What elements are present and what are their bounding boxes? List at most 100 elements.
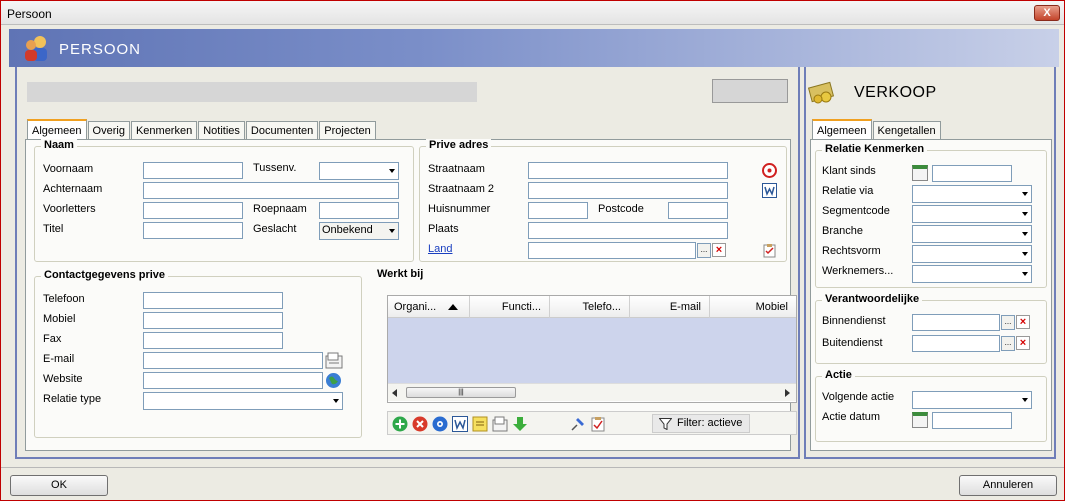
voornaam-field[interactable] xyxy=(143,162,243,179)
achternaam-field[interactable] xyxy=(143,182,399,199)
email-label: E-mail xyxy=(43,353,75,365)
tab-kenmerken[interactable]: Kenmerken xyxy=(130,121,198,140)
annuleren-button[interactable]: Annuleren xyxy=(959,475,1057,496)
land-browse-button[interactable]: ... xyxy=(697,243,711,258)
sort-up-icon xyxy=(448,304,458,310)
persoon-window: Persoon X PERSOON Algemeen Overig Kenmer… xyxy=(0,0,1065,501)
mobiel-field[interactable] xyxy=(143,312,283,329)
postcode-field[interactable] xyxy=(668,202,728,219)
relatie-via-select[interactable] xyxy=(912,185,1032,203)
rechtsvorm-select[interactable] xyxy=(912,245,1032,263)
tab-overig[interactable]: Overig xyxy=(87,121,130,140)
contactgegevens-group: Contactgegevens prive Telefoon Mobiel Fa… xyxy=(34,269,362,438)
website-label: Website xyxy=(43,373,83,385)
contact-card-icon[interactable] xyxy=(492,416,508,432)
scroll-left-icon[interactable] xyxy=(392,389,397,397)
verantwoordelijke-group: Verantwoordelijke Binnendienst ... × Bui… xyxy=(815,293,1047,364)
grid-col-functie[interactable]: Functi... xyxy=(470,296,550,318)
globe-icon[interactable] xyxy=(325,372,342,389)
clipboard-icon[interactable] xyxy=(762,243,777,258)
tab-verkoop-algemeen[interactable]: Algemeen xyxy=(812,119,872,140)
werkt-bij-legend: Werkt bij xyxy=(374,268,427,280)
buitendienst-browse-button[interactable]: ... xyxy=(1001,336,1015,351)
chevron-down-icon xyxy=(1022,232,1028,236)
tab-kengetallen[interactable]: Kengetallen xyxy=(872,121,941,140)
footer-divider xyxy=(1,467,1064,468)
header-action-button[interactable] xyxy=(712,79,788,103)
tab-projecten[interactable]: Projecten xyxy=(319,121,376,140)
voorletters-label: Voorletters xyxy=(43,203,96,215)
add-icon[interactable] xyxy=(392,416,408,432)
binnendienst-label: Binnendienst xyxy=(822,315,886,327)
note-icon[interactable] xyxy=(472,416,488,432)
werknemers-select[interactable] xyxy=(912,265,1032,283)
relatie-type-select[interactable] xyxy=(143,392,343,410)
grid-body[interactable] xyxy=(388,318,796,383)
buitendienst-label: Buitendienst xyxy=(822,337,883,349)
voorletters-field[interactable] xyxy=(143,202,243,219)
grid-col-mobiel[interactable]: Mobiel xyxy=(710,296,796,318)
volgende-actie-select[interactable] xyxy=(912,391,1032,409)
fax-field[interactable] xyxy=(143,332,283,349)
website-field[interactable] xyxy=(143,372,323,389)
huisnummer-field[interactable] xyxy=(528,202,588,219)
klant-sinds-field[interactable] xyxy=(932,165,1012,182)
grid-col-organisatie[interactable]: Organi... xyxy=(388,296,470,318)
prive-adres-group: Prive adres Straatnaam Straatnaam 2 Huis… xyxy=(419,139,787,262)
name-display-bar xyxy=(27,82,477,102)
branche-select[interactable] xyxy=(912,225,1032,243)
delete-icon[interactable] xyxy=(412,416,428,432)
email-field[interactable] xyxy=(143,352,323,369)
binnendienst-clear-button[interactable]: × xyxy=(1016,315,1030,329)
telefoon-field[interactable] xyxy=(143,292,283,309)
tab-algemeen[interactable]: Algemeen xyxy=(27,119,87,140)
straatnaam-field[interactable] xyxy=(528,162,728,179)
scroll-thumb[interactable]: ||| xyxy=(406,387,516,398)
binnendienst-field[interactable] xyxy=(912,314,1000,331)
ok-button[interactable]: OK xyxy=(10,475,108,496)
relatie-kenmerken-group: Relatie Kenmerken Klant sinds Relatie vi… xyxy=(815,143,1047,288)
straatnaam2-field[interactable] xyxy=(528,182,728,199)
settings-icon[interactable] xyxy=(432,416,448,432)
word-icon[interactable] xyxy=(452,416,468,432)
titel-field[interactable] xyxy=(143,222,243,239)
binnendienst-browse-button[interactable]: ... xyxy=(1001,315,1015,330)
chevron-down-icon xyxy=(1022,212,1028,216)
chevron-down-icon xyxy=(333,399,339,403)
scroll-right-icon[interactable] xyxy=(785,389,790,397)
calendar-icon[interactable] xyxy=(912,412,928,428)
calendar-icon[interactable] xyxy=(912,165,928,181)
close-button[interactable]: X xyxy=(1034,5,1060,21)
land-field[interactable] xyxy=(528,242,696,259)
land-link[interactable]: Land xyxy=(428,243,452,255)
branche-label: Branche xyxy=(822,225,863,237)
pin-icon[interactable] xyxy=(570,416,586,432)
target-icon[interactable] xyxy=(762,163,777,178)
roepnaam-field[interactable] xyxy=(319,202,399,219)
tab-documenten[interactable]: Documenten xyxy=(245,121,319,140)
actie-datum-label: Actie datum xyxy=(822,411,881,423)
actie-datum-field[interactable] xyxy=(932,412,1012,429)
close-icon: X xyxy=(1043,7,1051,19)
word-icon[interactable] xyxy=(762,183,777,198)
page-title: PERSOON xyxy=(59,41,142,58)
land-clear-button[interactable]: × xyxy=(712,243,726,257)
clipboard-icon[interactable] xyxy=(590,416,606,432)
buitendienst-field[interactable] xyxy=(912,335,1000,352)
filter-button[interactable]: Filter: actieve xyxy=(652,414,750,433)
plaats-field[interactable] xyxy=(528,222,728,239)
segmentcode-select[interactable] xyxy=(912,205,1032,223)
prive-adres-legend: Prive adres xyxy=(426,139,492,151)
tab-notities[interactable]: Notities xyxy=(198,121,245,140)
verkoop-panel: VERKOOP Algemeen Kengetallen Relatie Ken… xyxy=(804,67,1056,459)
buitendienst-clear-button[interactable]: × xyxy=(1016,336,1030,350)
geslacht-select[interactable]: Onbekend xyxy=(319,222,399,240)
contact-card-icon[interactable] xyxy=(325,352,343,369)
tussenv-select[interactable] xyxy=(319,162,399,180)
arrow-down-icon[interactable] xyxy=(512,416,528,432)
grid-col-email[interactable]: E-mail xyxy=(630,296,710,318)
horizontal-scrollbar[interactable]: ||| xyxy=(388,383,796,401)
voornaam-label: Voornaam xyxy=(43,163,94,175)
tussenv-label: Tussenv. xyxy=(253,162,297,174)
grid-col-telefoon[interactable]: Telefo... xyxy=(550,296,630,318)
